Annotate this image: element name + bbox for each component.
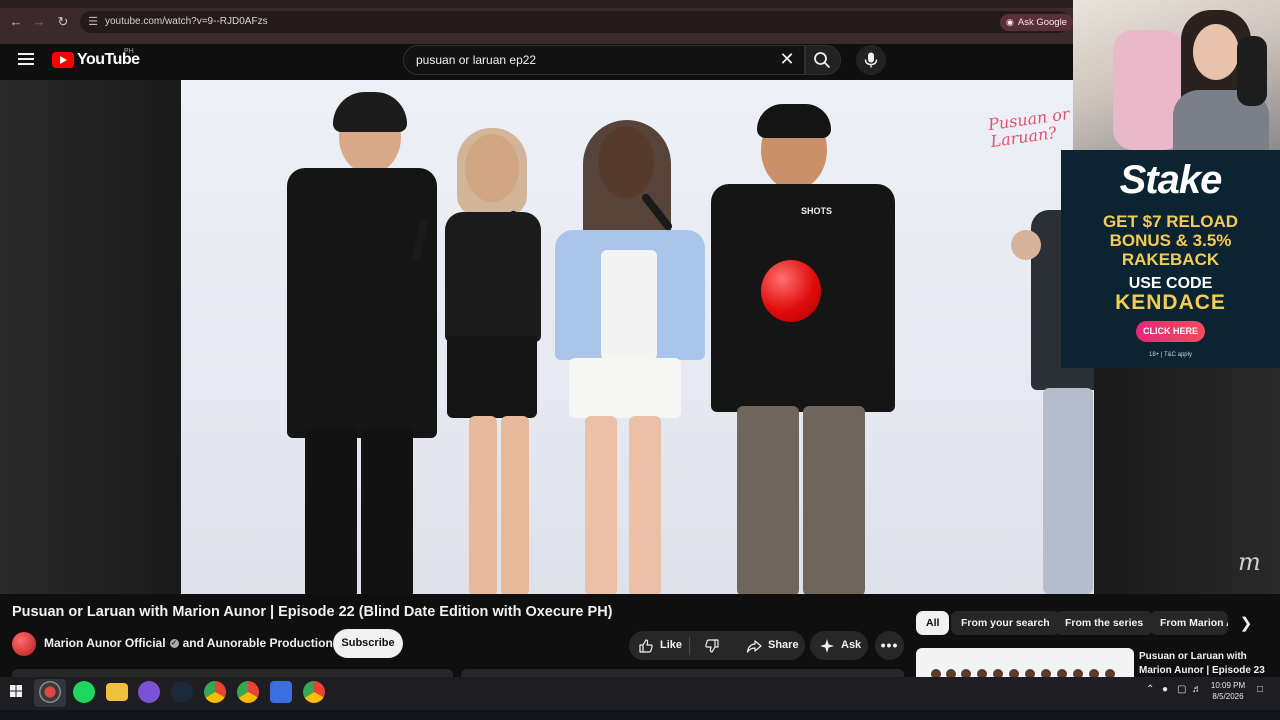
more-actions-button[interactable]: ••• — [875, 631, 904, 660]
chip-from-your-search[interactable]: From your search — [951, 611, 1060, 635]
search-icon — [814, 52, 830, 68]
chrome-profile-2-icon[interactable] — [237, 681, 259, 703]
sparkle-icon — [820, 638, 834, 653]
streamer-webcam — [1073, 0, 1280, 150]
ad-line-2: BONUS & 3.5% — [1109, 231, 1232, 250]
ad-line-1: GET $7 RELOAD — [1102, 212, 1239, 231]
stake-ad-banner[interactable]: Stake GET $7 RELOAD BONUS & 3.5% RAKEBAC… — [1061, 150, 1280, 368]
more-horizontal-icon: ••• — [880, 637, 899, 653]
browser-tab-strip — [0, 0, 1073, 8]
tray-network-icon[interactable]: ▢ — [1177, 684, 1186, 695]
reload-icon[interactable]: ↻ — [55, 14, 71, 30]
chip-from-the-series[interactable]: From the series — [1055, 611, 1154, 635]
share-label: Share — [768, 639, 799, 651]
chip-all[interactable]: All — [916, 611, 950, 635]
video-frame[interactable]: Pusuan or Laruan? SHOTS — [181, 80, 1094, 594]
ask-google-label: Ask Google — [1017, 17, 1067, 28]
ask-label: Ask — [841, 639, 862, 651]
thumbnail-people — [931, 669, 1115, 677]
description-box[interactable] — [12, 669, 453, 677]
tray-overflow-icon[interactable]: ⌃ — [1146, 684, 1154, 695]
share-button[interactable]: Share — [737, 631, 805, 660]
recommended-video-thumbnail[interactable] — [916, 648, 1134, 677]
channel-name[interactable]: Marion Aunor Official — [44, 636, 166, 650]
ad-fine-print: 18+ | T&C apply — [1149, 352, 1192, 358]
clock-time: 10:09 PM — [1210, 681, 1246, 690]
channel-avatar[interactable] — [12, 632, 36, 656]
taskbar-edge — [0, 710, 1280, 720]
windows-start-icon[interactable] — [10, 685, 22, 697]
chevron-right-icon[interactable]: ❯ — [1236, 614, 1256, 634]
chip-from-marion[interactable]: From Marion A — [1150, 611, 1228, 635]
file-explorer-icon[interactable] — [106, 683, 128, 701]
site-info-icon[interactable]: ☰ — [86, 15, 100, 29]
clear-search-icon[interactable]: ✕ — [778, 50, 796, 68]
person-blue-cardigan — [543, 120, 713, 594]
clock-date: 8/5/2026 — [1212, 692, 1244, 701]
microphone-icon — [864, 52, 878, 68]
lens-icon: ◉ — [1006, 17, 1014, 27]
recommended-video-title[interactable]: Pusuan or Laruan with Marion Aunor | Epi… — [1139, 650, 1269, 678]
system-clock[interactable]: 10:09 PM 8/5/2026 — [1208, 680, 1248, 702]
app-purple-icon[interactable] — [138, 681, 160, 703]
like-divider — [689, 637, 690, 655]
tray-mic-icon[interactable]: ● — [1162, 684, 1168, 695]
chrome-profile-3-icon[interactable] — [303, 681, 325, 703]
person-host-black — [281, 88, 451, 594]
person-black-shorts — [439, 128, 549, 594]
show-logo: Pusuan or Laruan? — [986, 104, 1071, 152]
like-label[interactable]: Like — [660, 631, 682, 660]
shirt-print: SHOTS — [801, 206, 833, 216]
ad-promo-code: KENDACE — [1115, 291, 1226, 314]
ad-click-here-button[interactable]: CLICK HERE — [1136, 321, 1205, 342]
tray-volume-icon[interactable]: ♬ — [1192, 684, 1202, 695]
verified-check-icon: ✓ — [169, 638, 179, 648]
collab-channel[interactable]: and Aunorable Productions — [183, 636, 340, 650]
ask-google-button[interactable]: ◉ Ask Google — [1000, 14, 1073, 31]
back-arrow-icon[interactable]: ← — [8, 14, 24, 30]
person-balloon-holder: SHOTS — [701, 102, 901, 594]
thumbs-down-icon[interactable] — [704, 638, 720, 654]
search-query: pusuan or laruan ep22 — [416, 53, 537, 67]
ask-button[interactable]: Ask — [810, 631, 868, 660]
forward-arrow-icon[interactable]: → — [31, 14, 47, 30]
stake-logo: Stake — [1119, 158, 1223, 202]
video-title: Pusuan or Laruan with Marion Aunor | Epi… — [12, 604, 613, 620]
comments-preview[interactable] — [461, 669, 904, 677]
chrome-icon[interactable] — [204, 681, 226, 703]
thumbs-up-icon[interactable] — [638, 638, 654, 654]
youtube-play-icon — [52, 52, 74, 68]
country-code: PH — [124, 48, 134, 55]
obs-icon[interactable] — [39, 681, 61, 703]
ad-line-3: RAKEBACK — [1121, 250, 1220, 269]
screen: ← → ↻ ☰ youtube.com/watch?v=9--RJD0AFzs … — [0, 0, 1280, 720]
steam-icon[interactable] — [171, 681, 193, 703]
share-icon — [746, 639, 762, 653]
spotify-icon[interactable] — [73, 681, 95, 703]
signature-watermark: m — [1238, 548, 1261, 576]
channel-info[interactable]: Marion Aunor Official ✓ and Aunorable Pr… — [44, 636, 339, 650]
hamburger-menu-icon[interactable] — [18, 51, 34, 67]
app-blue-icon[interactable] — [270, 681, 292, 703]
red-balloon — [761, 260, 821, 322]
url-text: youtube.com/watch?v=9--RJD0AFzs — [105, 16, 268, 27]
subscribe-button[interactable]: Subscribe — [333, 629, 403, 658]
notifications-icon[interactable]: □ — [1257, 684, 1263, 695]
